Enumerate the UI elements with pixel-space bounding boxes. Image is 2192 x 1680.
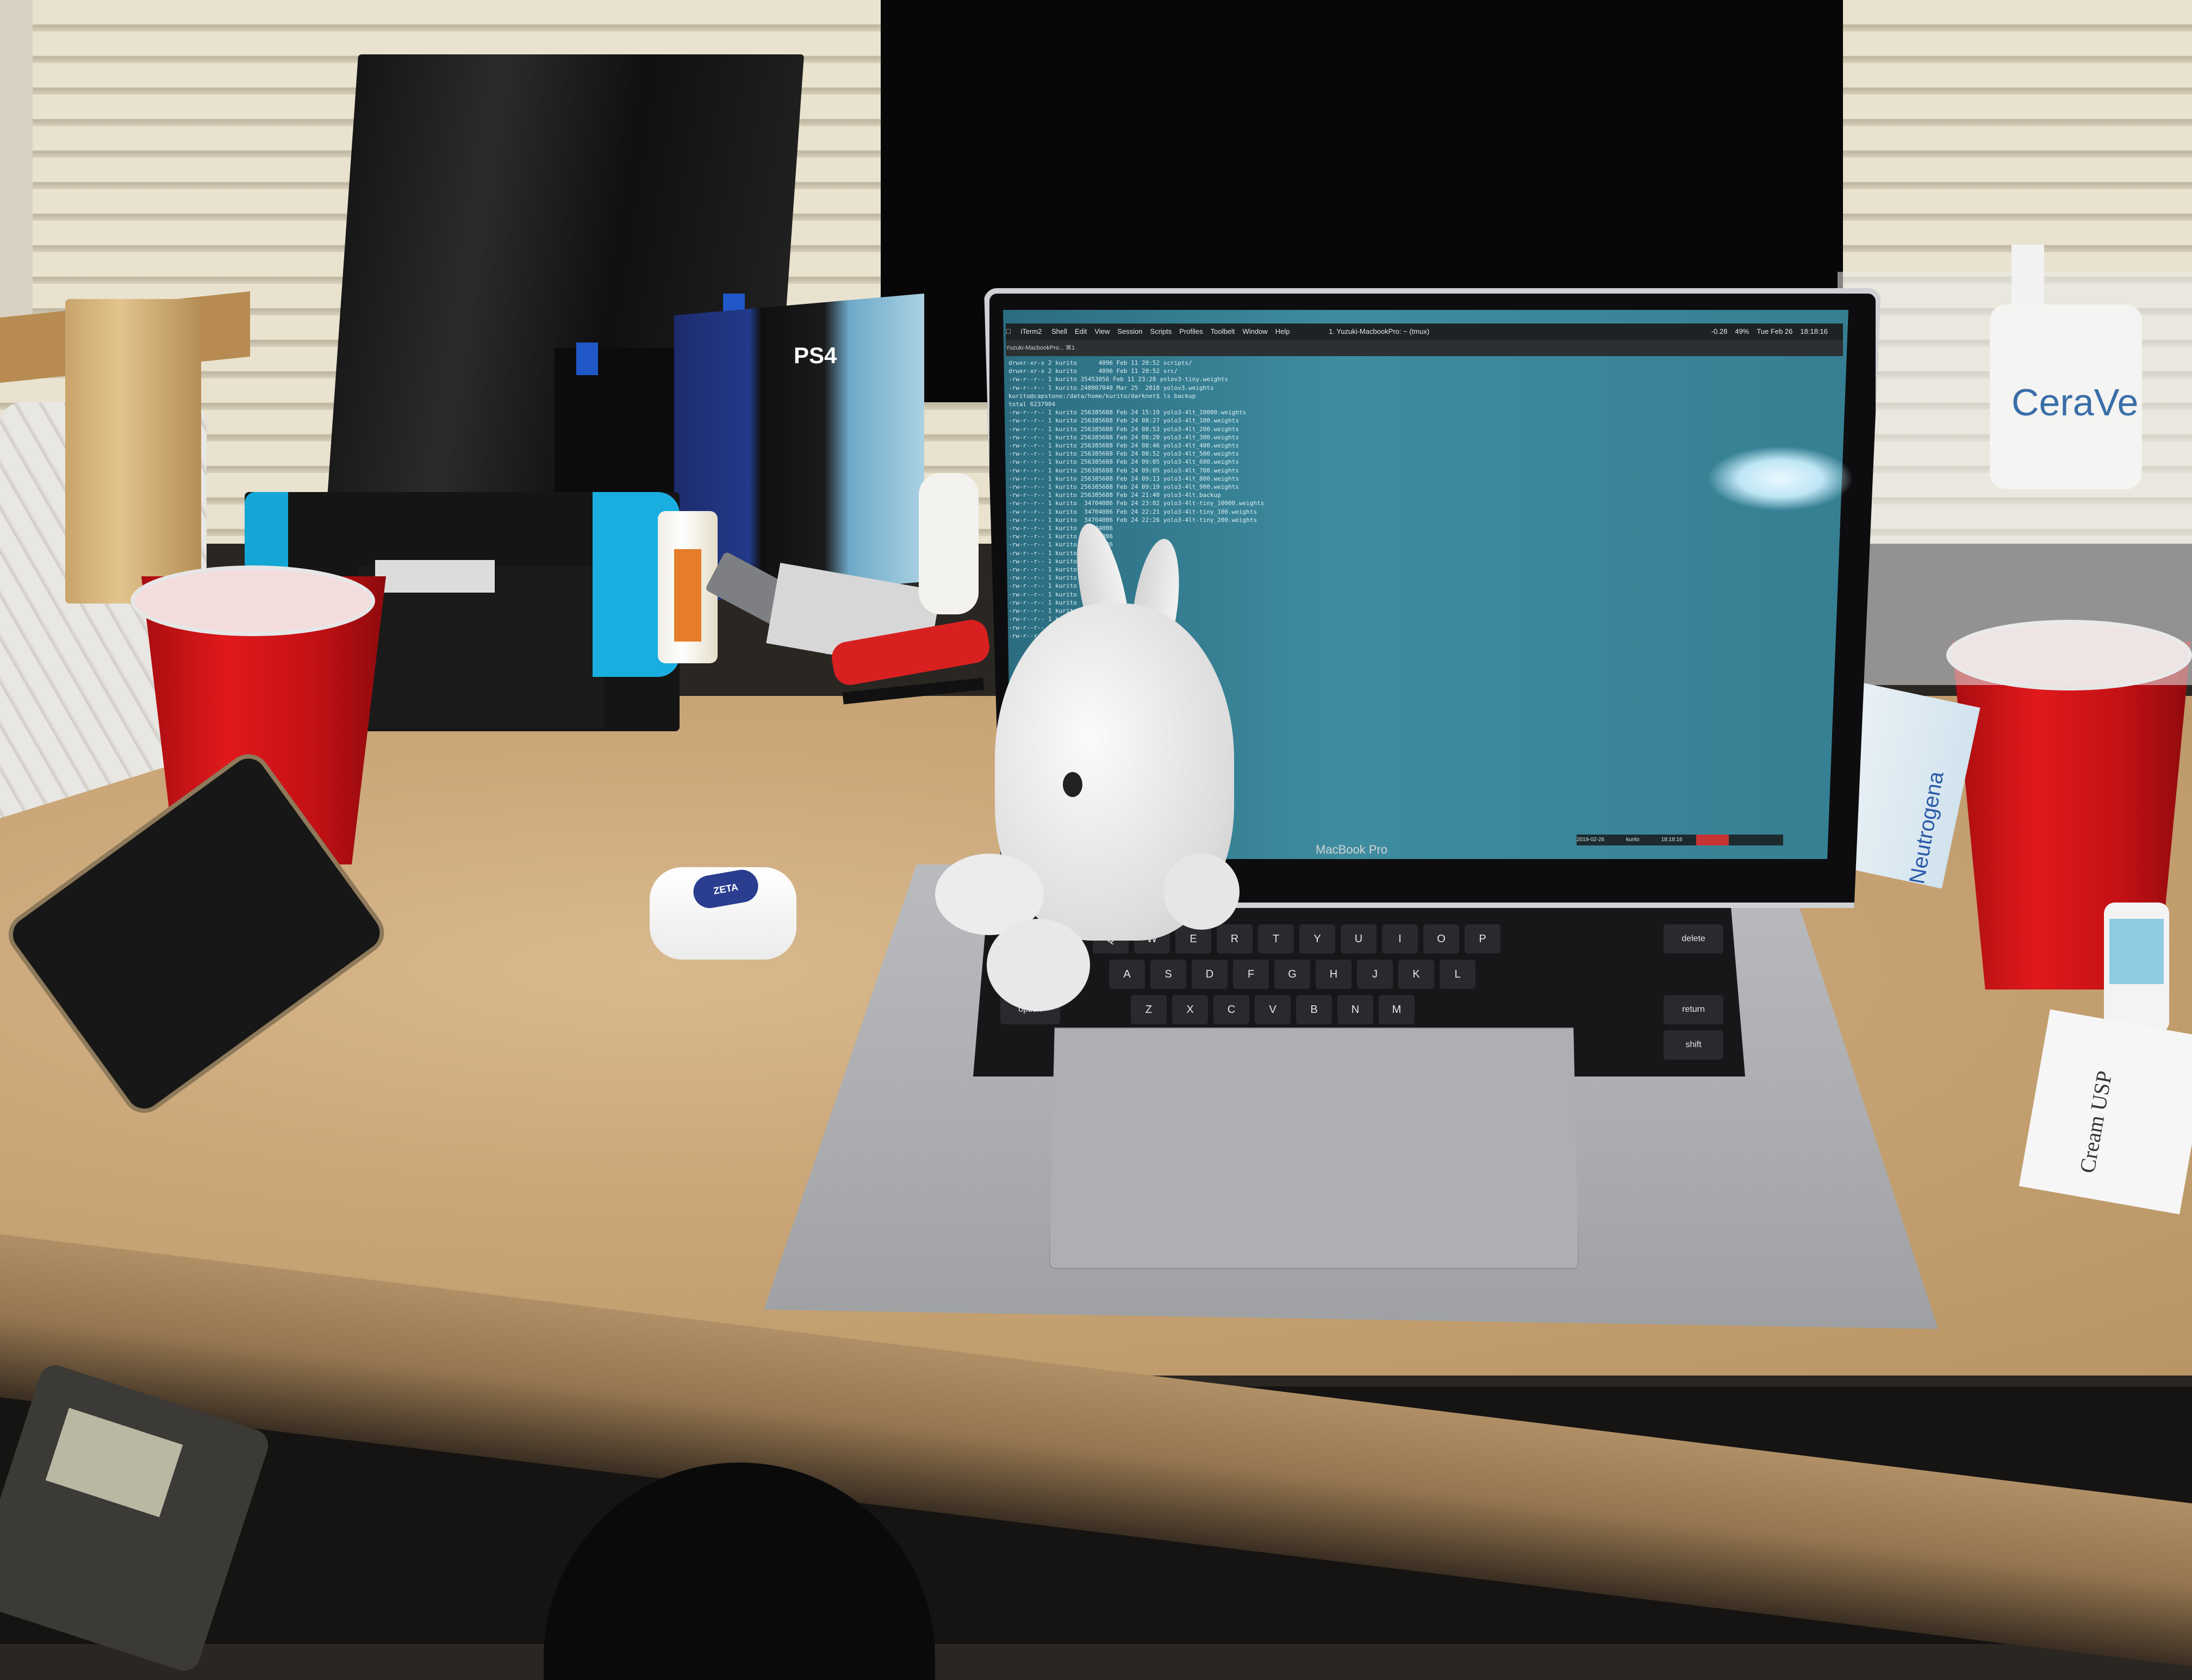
menubar-item[interactable]: Session [1117,327,1142,335]
tissue [919,473,979,614]
menubar-status-item: -0.28 [1711,327,1728,335]
terminal-line: -rw-r--r-- 1 kurito 34704086 [1008,574,1113,582]
keyboard-key[interactable]: S [1150,960,1186,989]
keyboard-key[interactable]: A [1109,960,1145,989]
terminal-line: -rw-r--r-- 1 kurito 34704086 [1008,549,1113,557]
terminal-line: -rw-r--r-- 1 kurito 256385688 Feb 24 08:… [1008,433,1239,441]
terminal-line: -rw-r--r-- 1 kurito 256385688 Feb 24 15:… [1008,409,1247,416]
terminal-line: -rw-r--r-- 1 kurito 34704086 Feb 24 22:2… [1008,508,1257,515]
menubar-status-item: Tue Feb 26 [1757,327,1793,335]
status-item: kurito [1626,837,1640,843]
keyboard-key[interactable]: U [1341,924,1377,954]
keyboard-key[interactable]: C [1213,995,1249,1024]
keyboard-key[interactable]: L [1440,960,1475,989]
keyboard-key[interactable]: X [1172,995,1208,1024]
keyboard-key[interactable]: B [1296,995,1332,1024]
mac-menubar:  iTerm2 Shell Edit View Session Scripts Prof… [1006,323,1843,340]
tube-band [2109,919,2164,984]
terminal-line: -rw-r--r-- 1 kurito 34704086 [1008,541,1113,549]
terminal-line: -rw-r--r-- 1 kurito 256385688 Feb 24 09:… [1008,483,1239,491]
terminal-line: -rw-r--r-- 1 kurito 256385688 Feb 24 09:… [1008,458,1239,466]
terminal-line: total 6237904 [1008,401,1056,408]
keyboard-key[interactable]: J [1357,960,1393,989]
keyboard-key[interactable]: Y [1299,924,1335,954]
keyboard-key[interactable]: I [1382,924,1418,954]
terminal-line: -rw-r--r-- 1 kurito 34704086 Feb 24 22:2… [1008,516,1257,524]
keyboard-key[interactable]: V [1255,995,1291,1024]
menubar-item[interactable]: Window [1242,327,1267,335]
macbook-pro-label: MacBook Pro [1316,843,1388,856]
blue-tab [576,343,598,375]
keyboard-key[interactable]: T [1258,924,1294,954]
modifier-key[interactable]: return [1664,995,1723,1024]
keyboard-key[interactable]: Z [1131,995,1167,1024]
keyboard-key[interactable]: R [1217,924,1253,954]
keyboard-key[interactable]: F [1233,960,1269,989]
bed-post [65,299,201,603]
terminal-line: -rw-r--r-- 1 kurito 248007048 Mar 25 201… [1008,384,1214,391]
menubar-item[interactable]: View [1094,327,1110,335]
tmux-status-host [1696,835,1729,845]
menubar-item[interactable]: Help [1275,327,1290,335]
menubar-item[interactable]: Shell [1051,327,1067,335]
keyboard-key[interactable]: N [1337,995,1373,1024]
keyboard-key[interactable]: H [1316,960,1352,989]
keyboard-key[interactable]: K [1398,960,1434,989]
terminal-line: -rw-r--r-- 1 kurito 256385688 Feb 24 08:… [1008,450,1239,458]
cerave-label: CeraVe [2012,381,2139,424]
photo-scene: PS4 ZETA CeraVe Neutrogena Cream USP QWE… [0,0,2192,1680]
menubar-status-item: 18:18:16 [1800,327,1828,335]
bottle-label [674,549,701,642]
status-item: 2019-02-26 [1577,837,1605,843]
modifier-key[interactable]: delete [1664,924,1723,954]
menubar-status: -0.28 49% Tue Feb 26 18:18:16 [1711,323,1835,340]
terminal-line: kurito@capstone:/data/home/kurito/darkne… [1008,392,1196,400]
terminal-line: -rw-r--r-- 1 kurito 34704086 [1008,557,1113,565]
keyboard-key[interactable]: M [1379,995,1415,1024]
terminal-line: -rw-r--r-- 1 kurito 256385688 Feb 24 21:… [1008,491,1221,499]
status-item: 18:18:16 [1661,837,1683,843]
pump-bottle-top [2012,245,2044,310]
ps4-label: PS4 [794,343,837,368]
bunny-paw [1163,854,1240,930]
keyboard-key[interactable]: P [1465,924,1500,954]
keyboard-key[interactable]: D [1192,960,1228,989]
terminal-line: -rw-r--r-- 1 kurito 256385688 Feb 24 09:… [1008,475,1239,482]
menubar-status-item: 49% [1735,327,1749,335]
modifier-key[interactable]: shift [1664,1030,1723,1060]
trackpad[interactable] [1049,1028,1579,1269]
terminal-line: drwxr-xr-x 2 kurito 4096 Feb 11 20:52 sc… [1008,359,1192,366]
keyboard-key[interactable]: O [1423,924,1459,954]
menubar-app[interactable]: iTerm2 [1020,327,1042,335]
terminal-line: -rw-r--r-- 1 kurito 256385688 Feb 24 08:… [1008,442,1239,450]
terminal-line: -rw-r--r-- 1 kurito 34704086 [1008,566,1113,574]
terminal-line: -rw-r--r-- 1 kurito 256385688 Feb 24 08:… [1008,417,1239,425]
bunny-leg [987,919,1090,1011]
window-title: 1. Yuzuki-MacbookPro: ~ (tmux) [1321,327,1429,335]
apple-icon[interactable]:  [1006,327,1011,335]
screen-glare [1707,446,1854,511]
tmux-statusbar: 2019-02-26 kurito 18:18:16 [1577,835,1783,845]
menubar-item[interactable]: Profiles [1179,327,1203,335]
terminal-line: -rw-r--r-- 1 kurito 34704086 [1008,525,1113,532]
keyboard-key[interactable]: G [1274,960,1310,989]
terminal-line: -rw-r--r-- 1 kurito 256385688 Feb 24 09:… [1008,466,1239,474]
terminal-line: -rw-r--r-- 1 kurito 35453056 Feb 11 23:2… [1008,376,1228,383]
terminal-line: -rw-r--r-- 1 kurito 34704086 Feb 24 23:0… [1008,500,1265,507]
bunny-eye [1063,772,1082,797]
menubar-item[interactable]: Scripts [1150,327,1172,335]
name-tag [375,560,495,593]
terminal-line: -rw-r--r-- 1 kurito 34704086 [1008,533,1113,540]
cup-rim [130,565,375,636]
menubar-item[interactable]: Edit [1075,327,1087,335]
menubar-item[interactable]: Toolbelt [1211,327,1235,335]
terminal-line: drwxr-xr-x 2 kurito 4096 Feb 11 20:52 sr… [1008,368,1178,375]
joycon-left [245,492,288,574]
terminal-line: -rw-r--r-- 1 kurito 256385688 Feb 24 08:… [1008,425,1239,433]
terminal-tab[interactable]: Yuzuki-MacbookPro... ⌘1 [1006,340,1843,356]
menubar-items: Shell Edit View Session Scripts Profiles Toolb… [1051,327,1297,335]
